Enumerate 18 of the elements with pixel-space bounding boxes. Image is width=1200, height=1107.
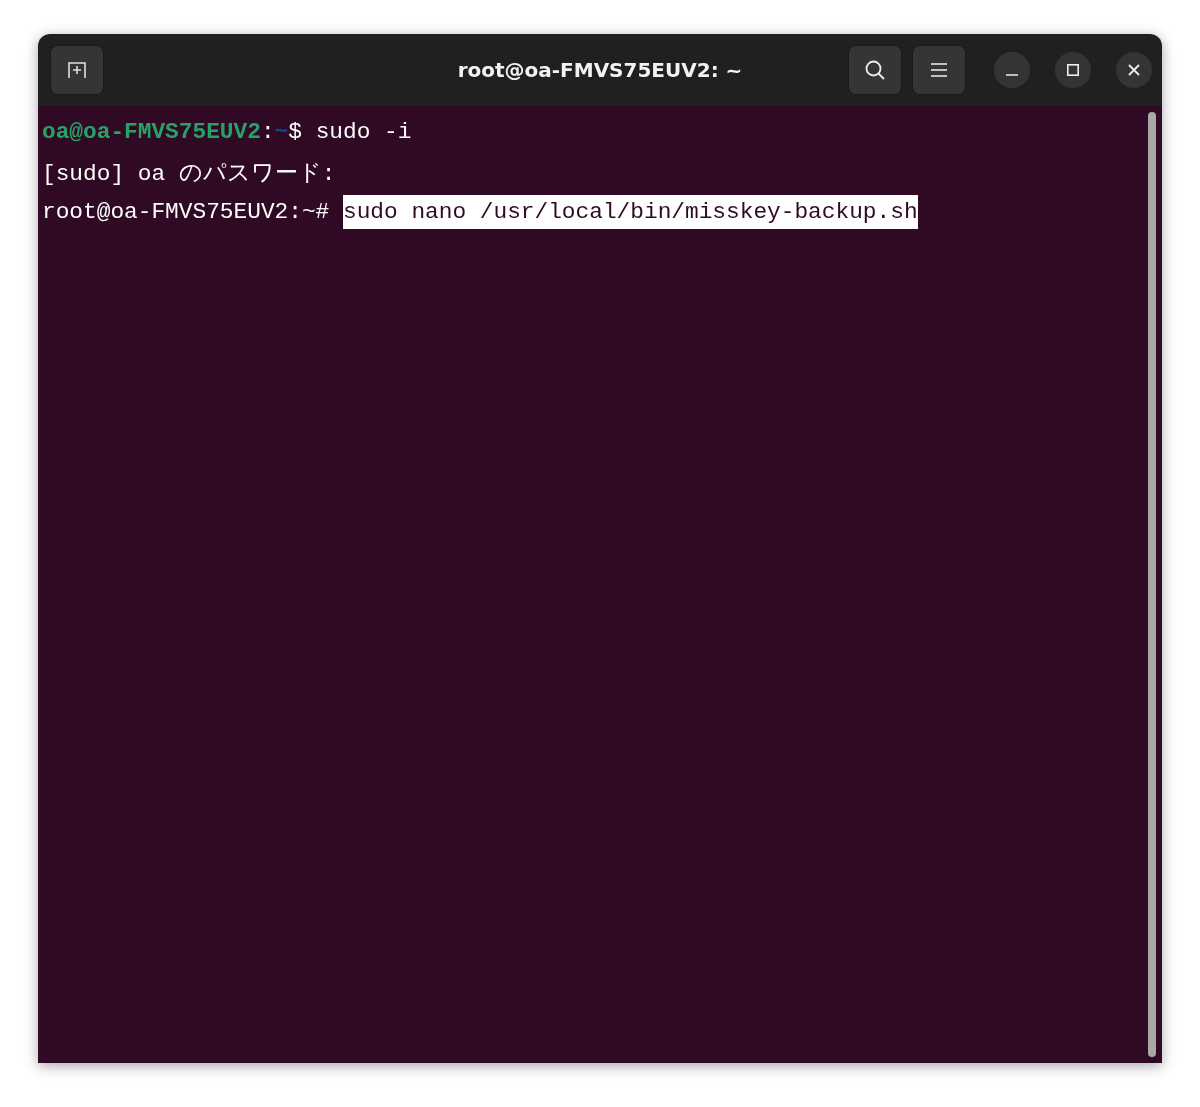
prompt-text: root@oa-FMVS75EUV2:~# (42, 199, 330, 225)
search-button[interactable] (848, 45, 902, 95)
menu-icon (930, 62, 948, 78)
scrollbar[interactable] (1148, 112, 1156, 1057)
search-icon (863, 58, 887, 82)
maximize-button[interactable] (1055, 52, 1091, 88)
output-text: [sudo] oa のパスワード: (42, 159, 336, 188)
command-text: sudo -i (315, 118, 412, 147)
menu-button[interactable] (912, 45, 966, 95)
new-tab-button[interactable] (50, 45, 104, 95)
close-button[interactable] (1116, 52, 1152, 88)
prompt-text: oa@oa-FMVS75EUV2:~$ (42, 119, 302, 145)
minimize-icon (1006, 74, 1018, 76)
close-icon (1128, 64, 1140, 76)
command-text: sudo nano /usr/local/bin/misskey-backup.sh (343, 195, 918, 229)
maximize-icon (1067, 64, 1079, 76)
window-title: root@oa-FMVS75EUV2: ~ (457, 58, 743, 82)
new-tab-icon (66, 59, 88, 81)
